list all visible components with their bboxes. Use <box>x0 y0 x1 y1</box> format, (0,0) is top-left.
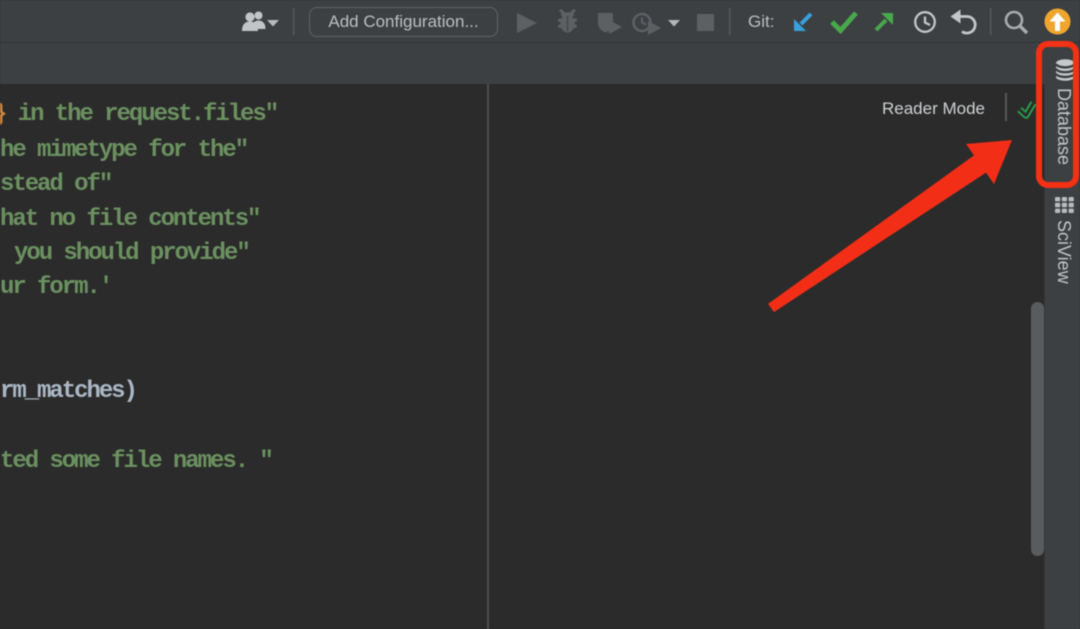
svg-text:SciView: SciView <box>1054 220 1074 285</box>
